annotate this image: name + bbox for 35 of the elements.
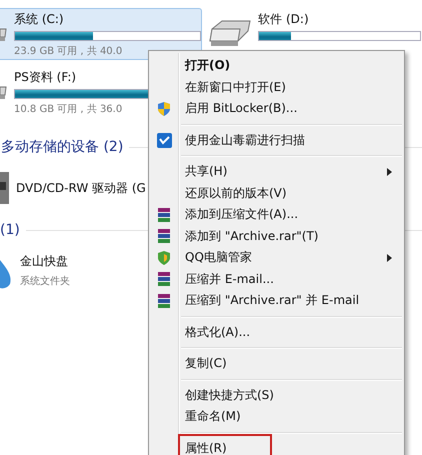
menu-item[interactable]: 复制(C) bbox=[151, 353, 402, 374]
menu-item[interactable]: 启用 BitLocker(B)... bbox=[151, 98, 402, 120]
books-icon bbox=[156, 206, 172, 223]
drive-name: 系统 (C:) bbox=[14, 10, 65, 28]
menu-item[interactable]: 格式化(A)... bbox=[151, 322, 402, 343]
menu-item[interactable]: 共享(H) bbox=[151, 161, 402, 182]
free-space-text: 10.8 GB 可用 , 共 36.0 bbox=[14, 102, 122, 116]
menu-item[interactable]: 还原以前的版本(V) bbox=[151, 182, 402, 204]
books-icon bbox=[156, 228, 172, 244]
section-header: 多动存储的设备 (2) bbox=[1, 138, 124, 156]
drive-tile[interactable]: 系统 (C:) 23.9 GB 可用 , 共 40.0 bbox=[0, 8, 202, 60]
drive-name: 软件 (D:) bbox=[258, 10, 310, 28]
folder-type: 系统文件夹 bbox=[20, 274, 70, 288]
shield-icon bbox=[156, 250, 172, 266]
drive-name: PS资料 (F:) bbox=[14, 68, 78, 86]
menu-item[interactable]: 压缩到 "Archive.rar" 并 E-mail bbox=[151, 290, 402, 312]
menu-item[interactable]: 重命名(M) bbox=[151, 406, 402, 428]
shield-icon bbox=[156, 100, 172, 117]
menu-item[interactable]: 创建快捷方式(S) bbox=[151, 384, 402, 406]
books-icon bbox=[156, 271, 172, 288]
free-space-text: 23.9 GB 可用 , 共 40.0 bbox=[14, 44, 122, 58]
hard-drive-icon bbox=[0, 27, 8, 41]
section-header: (1) bbox=[0, 222, 20, 238]
optical-drive-icon bbox=[0, 170, 10, 206]
menu-item[interactable]: 在新窗口中打开(E) bbox=[151, 76, 402, 98]
hard-drive-icon bbox=[208, 19, 252, 49]
menu-item[interactable]: 添加到 "Archive.rar"(T) bbox=[151, 226, 402, 247]
books-icon bbox=[156, 292, 172, 309]
device-name: DVD/CD-RW 驱动器 (G bbox=[16, 180, 146, 196]
menu-item[interactable]: 添加到压缩文件(A)... bbox=[151, 204, 402, 226]
menu-item[interactable]: QQ电脑管家 bbox=[151, 247, 402, 268]
folder-name: 金山快盘 bbox=[20, 252, 69, 270]
hard-drive-icon bbox=[0, 85, 8, 99]
menu-item[interactable]: 使用金山毒霸进行扫描 bbox=[151, 130, 402, 151]
menu-item[interactable]: 压缩并 E-mail... bbox=[151, 268, 402, 290]
